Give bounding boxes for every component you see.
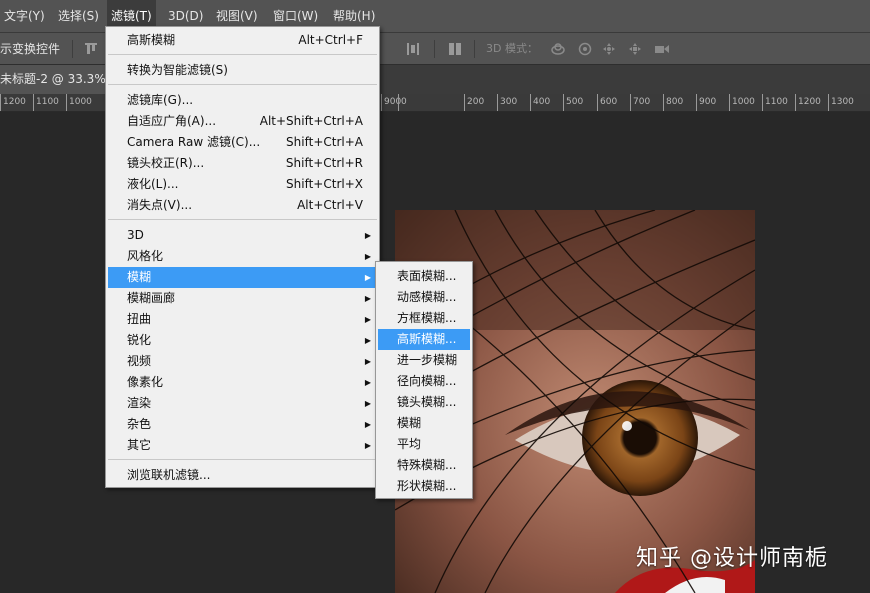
- menu-item-3d[interactable]: 3D ▶: [108, 225, 377, 246]
- menu-item-browse-online-filters[interactable]: 浏览联机滤镜...: [108, 465, 377, 486]
- blur-submenu: 表面模糊... 动感模糊... 方框模糊... 高斯模糊... 进一步模糊 径向…: [375, 261, 473, 499]
- show-transform-controls-label[interactable]: 示变换控件: [0, 33, 60, 65]
- menu-item-camera-raw[interactable]: Camera Raw 滤镜(C)... Shift+Ctrl+A: [108, 132, 377, 153]
- submenu-item-smart-blur[interactable]: 特殊模糊...: [378, 455, 470, 476]
- divider: [474, 40, 475, 58]
- 3d-mode-label: 3D 模式：: [486, 42, 538, 55]
- ruler-label: 1200: [0, 94, 26, 111]
- submenu-item-lens-blur[interactable]: 镜头模糊...: [378, 392, 470, 413]
- menu-item-sharpen[interactable]: 锐化 ▶: [108, 330, 377, 351]
- submenu-arrow-icon: ▶: [364, 378, 371, 387]
- submenu-arrow-icon: ▶: [364, 336, 371, 345]
- menu-item-video[interactable]: 视频 ▶: [108, 351, 377, 372]
- ruler-label: 1100: [762, 94, 788, 111]
- menu-divider: [108, 459, 377, 460]
- menu-item-blur[interactable]: 模糊 ▶: [108, 267, 377, 288]
- filter-menu: 高斯模糊 Alt+Ctrl+F 转换为智能滤镜(S) 滤镜库(G)... 自适应广…: [105, 26, 380, 488]
- 3d-scale-icon[interactable]: [654, 42, 669, 56]
- submenu-item-blur[interactable]: 模糊: [378, 413, 470, 434]
- menu-select[interactable]: 选择(S): [54, 0, 103, 33]
- auto-align-icon[interactable]: [448, 42, 462, 56]
- ruler-label: 1200: [795, 94, 821, 111]
- menu-item-liquify[interactable]: 液化(L)... Shift+Ctrl+X: [108, 174, 377, 195]
- submenu-arrow-icon: ▶: [364, 231, 371, 240]
- submenu-item-motion-blur[interactable]: 动感模糊...: [378, 287, 470, 308]
- menu-item-render[interactable]: 渲染 ▶: [108, 393, 377, 414]
- ruler-label: 1300: [828, 94, 854, 111]
- ruler-label: 700: [629, 94, 651, 111]
- 3d-orbit-icon[interactable]: [550, 42, 565, 56]
- 3d-pan-icon[interactable]: [602, 42, 616, 56]
- menu-item-filter-gallery[interactable]: 滤镜库(G)...: [108, 90, 377, 111]
- ruler-label: 600: [596, 94, 618, 111]
- submenu-arrow-icon: ▶: [364, 357, 371, 366]
- ruler-label: 1000: [66, 94, 92, 111]
- submenu-item-surface-blur[interactable]: 表面模糊...: [378, 266, 470, 287]
- ruler-label: 1100: [33, 94, 59, 111]
- menu-item-lens-correction[interactable]: 镜头校正(R)... Shift+Ctrl+R: [108, 153, 377, 174]
- menu-item-convert-smart-filter[interactable]: 转换为智能滤镜(S): [108, 60, 377, 81]
- ruler-label: 1000: [729, 94, 755, 111]
- ruler-label: 0: [398, 94, 407, 111]
- submenu-item-box-blur[interactable]: 方框模糊...: [378, 308, 470, 329]
- menu-item-blur-gallery[interactable]: 模糊画廊 ▶: [108, 288, 377, 309]
- menu-item-distort[interactable]: 扭曲 ▶: [108, 309, 377, 330]
- 3d-roll-icon[interactable]: [578, 42, 592, 56]
- ruler-label: 400: [529, 94, 551, 111]
- divider: [72, 40, 73, 58]
- submenu-arrow-icon: ▶: [364, 273, 371, 282]
- menu-item-adaptive-wide-angle[interactable]: 自适应广角(A)... Alt+Shift+Ctrl+A: [108, 111, 377, 132]
- menu-item-last-filter[interactable]: 高斯模糊 Alt+Ctrl+F: [108, 30, 377, 51]
- submenu-arrow-icon: ▶: [364, 441, 371, 450]
- ruler-label: 500: [562, 94, 584, 111]
- zhihu-watermark: 知乎 @设计师南栀: [636, 546, 828, 571]
- submenu-item-blur-more[interactable]: 进一步模糊: [378, 350, 470, 371]
- submenu-arrow-icon: ▶: [364, 420, 371, 429]
- menu-item-other[interactable]: 其它 ▶: [108, 435, 377, 456]
- menu-item-stylize[interactable]: 风格化 ▶: [108, 246, 377, 267]
- document-tab[interactable]: 未标题-2 @ 33.3% (图: [0, 65, 108, 94]
- submenu-item-radial-blur[interactable]: 径向模糊...: [378, 371, 470, 392]
- menu-item-vanishing-point[interactable]: 消失点(V)... Alt+Ctrl+V: [108, 195, 377, 216]
- ruler-label: 300: [496, 94, 518, 111]
- 3d-slide-icon[interactable]: [628, 42, 642, 56]
- submenu-item-gaussian-blur[interactable]: 高斯模糊...: [378, 329, 470, 350]
- ruler-label: 800: [662, 94, 684, 111]
- align-top-icon[interactable]: [84, 42, 98, 56]
- distribute-horizontal-icon[interactable]: [406, 42, 420, 56]
- menu-divider: [108, 219, 377, 220]
- submenu-arrow-icon: ▶: [364, 399, 371, 408]
- ruler-label: 900: [695, 94, 717, 111]
- menu-item-pixelate[interactable]: 像素化 ▶: [108, 372, 377, 393]
- divider: [434, 40, 435, 58]
- menu-type[interactable]: 文字(Y): [0, 0, 49, 33]
- submenu-item-average[interactable]: 平均: [378, 434, 470, 455]
- menu-item-noise[interactable]: 杂色 ▶: [108, 414, 377, 435]
- ruler-label: 200: [463, 94, 485, 111]
- submenu-arrow-icon: ▶: [364, 252, 371, 261]
- submenu-arrow-icon: ▶: [364, 294, 371, 303]
- menu-divider: [108, 54, 377, 55]
- submenu-item-shape-blur[interactable]: 形状模糊...: [378, 476, 470, 497]
- menu-divider: [108, 84, 377, 85]
- submenu-arrow-icon: ▶: [364, 315, 371, 324]
